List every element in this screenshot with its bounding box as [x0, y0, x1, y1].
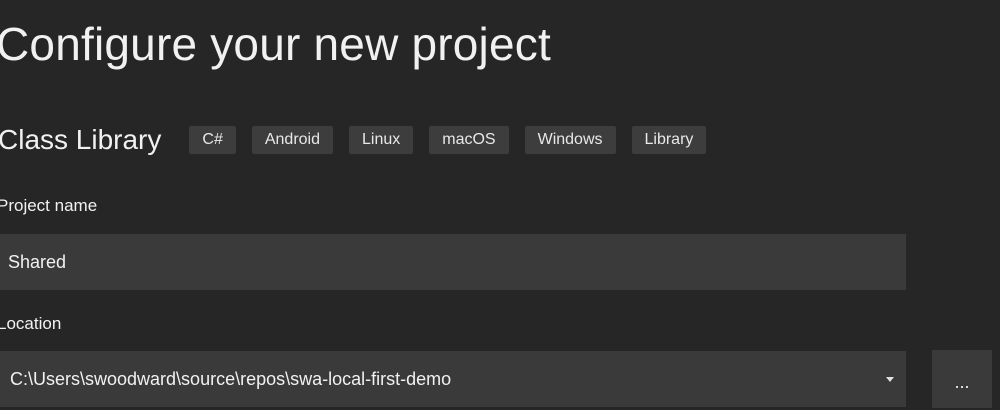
chevron-down-icon[interactable] [886, 376, 894, 382]
browse-location-button[interactable]: ... [932, 350, 992, 408]
location-value: C:\Users\swoodward\source\repos\swa-loca… [10, 368, 452, 389]
location-combobox[interactable]: C:\Users\swoodward\source\repos\swa-loca… [0, 351, 906, 407]
tag-android: Android [251, 126, 333, 154]
project-name-value: Shared [8, 251, 67, 272]
project-name-input[interactable]: Shared [0, 234, 906, 290]
configure-project-page: Configure your new project Class Library… [0, 0, 1000, 410]
location-label: Location [0, 314, 62, 333]
project-name-label: Project name [0, 196, 98, 215]
tag-windows: Windows [524, 126, 616, 154]
tag-linux: Linux [349, 126, 414, 154]
template-name: Class Library [0, 124, 162, 155]
tag-library: Library [631, 126, 707, 154]
template-tags: C# Android Linux macOS Windows Library [189, 126, 707, 154]
page-title: Configure your new project [0, 18, 551, 70]
template-summary: Class Library C# Android Linux macOS Win… [0, 122, 707, 158]
tag-macos: macOS [429, 126, 509, 154]
tag-csharp: C# [189, 126, 236, 154]
